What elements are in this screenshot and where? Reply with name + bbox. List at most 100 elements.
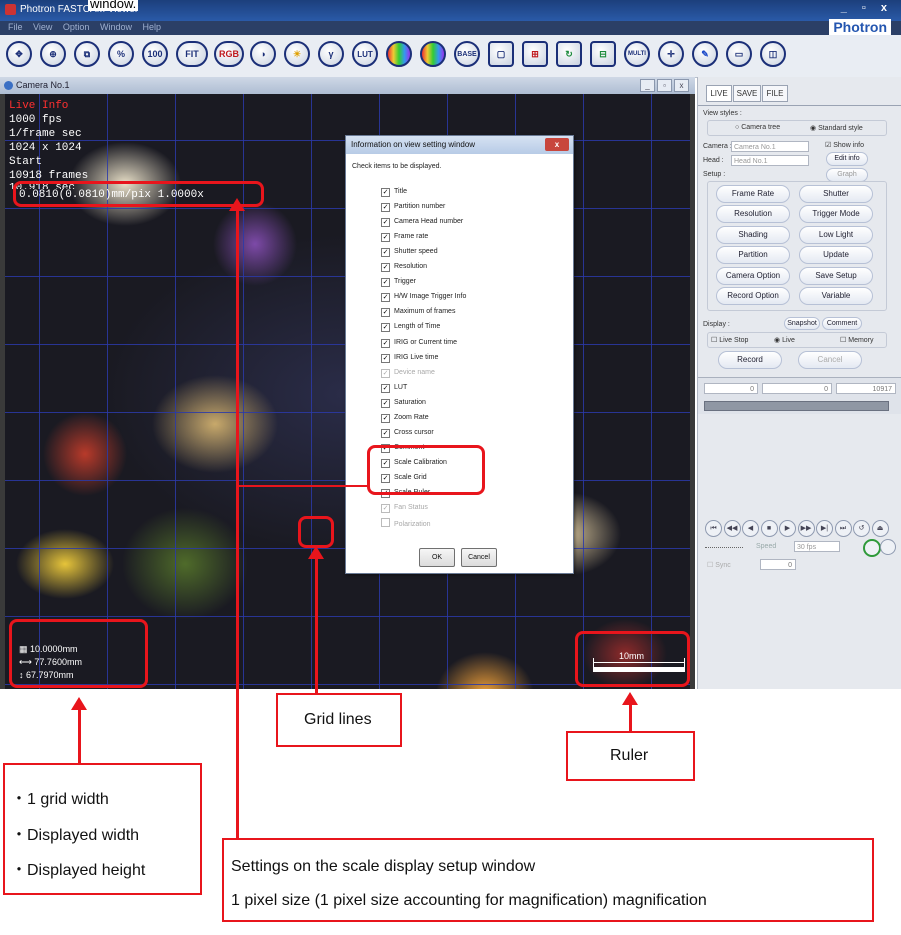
- playback-button[interactable]: ↺: [853, 520, 870, 537]
- refresh-icon[interactable]: ↻: [556, 41, 582, 67]
- playback-button[interactable]: ◀◀: [723, 520, 741, 537]
- playback-button[interactable]: ⏮: [705, 520, 722, 537]
- move-icon[interactable]: ✥: [6, 41, 32, 67]
- playback-button[interactable]: ◀: [742, 520, 759, 537]
- checkbox[interactable]: ✓: [381, 323, 390, 333]
- camera-minimize-button[interactable]: _: [640, 79, 655, 92]
- camera-restore-button[interactable]: ▫: [657, 79, 672, 92]
- split-icon[interactable]: ⊞: [522, 41, 548, 67]
- menu-file[interactable]: File: [8, 22, 23, 32]
- setup-button[interactable]: Trigger Mode: [799, 205, 873, 224]
- camera-select[interactable]: Camera No.1: [731, 141, 809, 152]
- record-cancel-button[interactable]: Cancel: [798, 351, 862, 369]
- live-stop-checkbox[interactable]: ☐ Live Stop: [711, 336, 748, 344]
- current-frame-field[interactable]: 0: [762, 383, 832, 394]
- checkbox[interactable]: ✓: [381, 504, 390, 514]
- speed-slider[interactable]: [705, 547, 743, 550]
- playback-button[interactable]: ▶: [779, 520, 796, 537]
- dialog-checkbox-item[interactable]: ✓ Trigger: [381, 277, 416, 288]
- zoom-in-icon[interactable]: ⊕: [40, 41, 66, 67]
- playback-button[interactable]: ⏭: [834, 520, 852, 537]
- dialog-checkbox-item[interactable]: ✓ Frame rate: [381, 232, 428, 243]
- setup-button[interactable]: Record Option: [716, 287, 790, 305]
- checkbox[interactable]: ✓: [381, 413, 390, 423]
- checkbox[interactable]: ✓: [381, 353, 390, 363]
- setup-button[interactable]: Frame Rate: [716, 185, 790, 203]
- gamma-button[interactable]: γ: [318, 41, 344, 67]
- base-icon[interactable]: BASE: [454, 41, 480, 67]
- tab-live[interactable]: LIVE: [706, 85, 732, 102]
- setup-button[interactable]: Resolution: [716, 205, 790, 224]
- dialog-checkbox-item[interactable]: Polarization: [381, 518, 431, 528]
- checkbox[interactable]: ✓: [381, 293, 390, 303]
- dialog-checkbox-item[interactable]: ✓ H/W Image Trigger Info: [381, 292, 466, 303]
- brightness-icon[interactable]: ☀: [284, 41, 310, 67]
- comment-button[interactable]: Comment: [822, 317, 862, 330]
- checkbox[interactable]: ✓: [381, 248, 390, 258]
- tab-file[interactable]: FILE: [762, 85, 788, 102]
- tab-save[interactable]: SAVE: [733, 85, 761, 102]
- sync-checkbox[interactable]: ☐ Sync: [707, 561, 731, 569]
- snapshot-button[interactable]: Snapshot: [784, 317, 820, 330]
- setup-button[interactable]: Shutter: [799, 185, 873, 203]
- contrast-icon[interactable]: ◑: [250, 41, 276, 67]
- checkbox[interactable]: ✓: [381, 218, 390, 228]
- zoom-100-button[interactable]: 100: [142, 41, 168, 67]
- sync-icon[interactable]: [880, 539, 896, 555]
- checkbox[interactable]: ✓: [381, 188, 390, 197]
- dialog-checkbox-item[interactable]: ✓ Partition number: [381, 202, 445, 213]
- checkbox[interactable]: ✓: [381, 278, 390, 288]
- lut-reset-button[interactable]: LUT: [352, 41, 378, 67]
- start-frame-field[interactable]: 0: [704, 383, 758, 394]
- live-radio[interactable]: ◉ Live: [774, 336, 795, 344]
- edit-info-button[interactable]: Edit info: [826, 152, 868, 166]
- progress-track[interactable]: [704, 401, 889, 411]
- record-button[interactable]: Record: [718, 351, 782, 369]
- setup-button[interactable]: Update: [799, 246, 873, 265]
- playback-button[interactable]: ⏏: [871, 520, 889, 537]
- camera-close-button[interactable]: x: [674, 79, 689, 92]
- dialog-checkbox-item[interactable]: ✓ Camera Head number: [381, 217, 463, 228]
- dialog-checkbox-item[interactable]: ✓ Zoom Rate: [381, 413, 429, 423]
- pen-icon[interactable]: ✎: [692, 41, 718, 67]
- checkbox[interactable]: ✓: [381, 428, 390, 438]
- speed-select[interactable]: 30 fps: [794, 541, 840, 552]
- dialog-checkbox-item[interactable]: ✓ Maximum of frames: [381, 307, 455, 318]
- setup-button[interactable]: Partition: [716, 246, 790, 265]
- dialog-checkbox-item[interactable]: ✓ Device name: [381, 368, 435, 378]
- checkbox[interactable]: [381, 518, 390, 528]
- menu-help[interactable]: Help: [142, 22, 161, 32]
- window-controls[interactable]: _ ▫ x: [841, 2, 893, 14]
- dialog-checkbox-item[interactable]: ✓ Fan Status: [381, 503, 428, 514]
- dialog-checkbox-item[interactable]: ✓ Shutter speed: [381, 247, 438, 258]
- color-reset-icon[interactable]: [420, 41, 446, 67]
- rgb-button[interactable]: RGB: [214, 41, 244, 67]
- color-bar-icon[interactable]: [386, 41, 412, 67]
- dialog-checkbox-item[interactable]: ✓ Resolution: [381, 262, 427, 273]
- checkbox[interactable]: ✓: [381, 368, 390, 378]
- head-select[interactable]: Head No.1: [731, 155, 809, 166]
- checkbox[interactable]: ✓: [381, 383, 390, 393]
- checkbox[interactable]: ✓: [381, 233, 390, 243]
- cross-cursor-icon[interactable]: ✛: [658, 41, 684, 67]
- dialog-checkbox-item[interactable]: ✓ IRIG or Current time: [381, 338, 457, 348]
- checkbox[interactable]: ✓: [381, 338, 390, 348]
- setup-button[interactable]: Shading: [716, 225, 790, 244]
- standard-style-radio[interactable]: ◉ Standard style: [810, 124, 863, 132]
- frame-icon[interactable]: ▢: [488, 41, 514, 67]
- multi-lock-button[interactable]: MULTI: [624, 41, 650, 67]
- dialog-cancel-button[interactable]: Cancel: [461, 548, 497, 567]
- percent-button[interactable]: %: [108, 41, 134, 67]
- loop-icon[interactable]: [863, 539, 881, 557]
- setup-button[interactable]: Low Light: [799, 225, 873, 244]
- dialog-close-button[interactable]: x: [545, 138, 569, 151]
- dialog-checkbox-item[interactable]: ✓ LUT: [381, 383, 407, 393]
- setup-button[interactable]: Variable: [799, 287, 873, 305]
- dialog-checkbox-item[interactable]: ✓ Title: [381, 187, 407, 197]
- memory-checkbox[interactable]: ☐ Memory: [840, 336, 874, 344]
- playback-button[interactable]: ▶|: [816, 520, 833, 537]
- show-info-checkbox[interactable]: ☑ Show info: [825, 141, 864, 149]
- fit-button[interactable]: FIT: [176, 41, 208, 67]
- setup-button[interactable]: Camera Option: [716, 266, 790, 285]
- playback-button[interactable]: ▶▶: [797, 520, 815, 537]
